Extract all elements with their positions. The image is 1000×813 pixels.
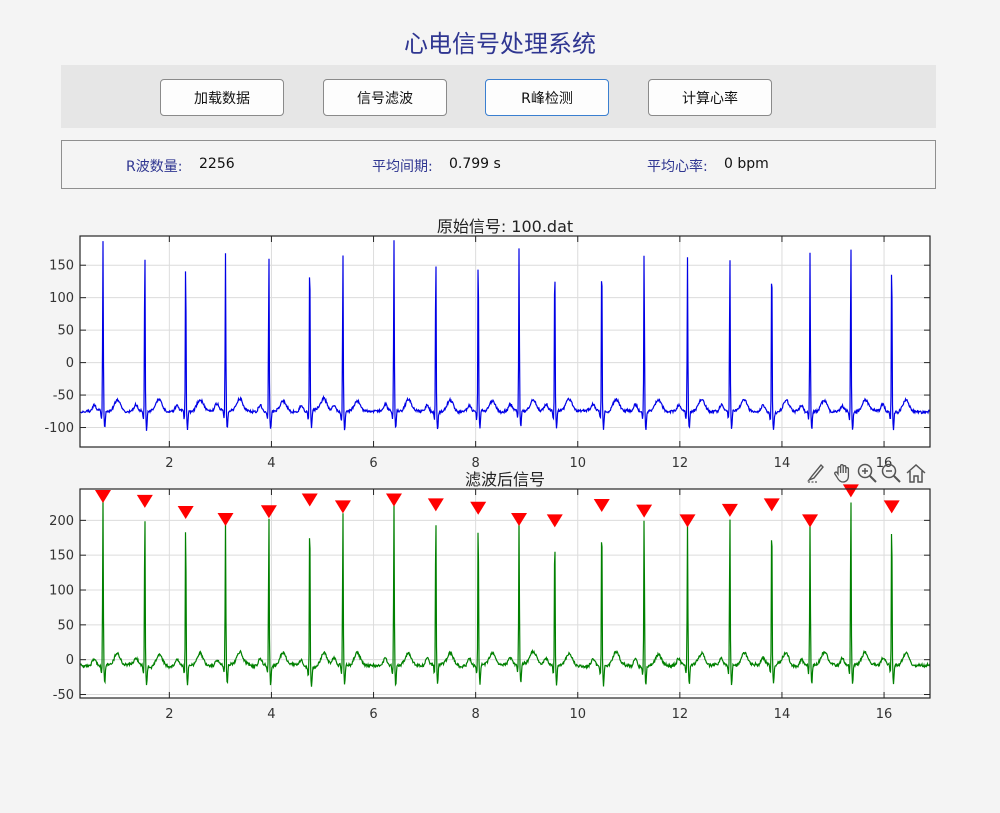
pan-hand-icon[interactable]	[832, 462, 854, 484]
x-tick-label: 12	[672, 707, 689, 722]
home-icon[interactable]	[905, 462, 927, 484]
x-tick-label: 4	[267, 707, 275, 722]
filtered-signal-chart[interactable]: 2 4 6 8 10 12 14 16 -50 0 50 100 150 200	[0, 0, 1000, 813]
x-tick-label: 8	[472, 707, 480, 722]
zoom-out-icon[interactable]	[880, 462, 902, 484]
y-tick-label: 0	[66, 653, 74, 668]
y-tick-label: -50	[53, 688, 74, 703]
brush-icon[interactable]	[806, 462, 828, 484]
x-tick-label: 14	[774, 707, 791, 722]
x-tick-label: 2	[165, 707, 173, 722]
y-tick-label: 200	[49, 514, 74, 529]
zoom-in-icon[interactable]	[856, 462, 878, 484]
y-tick-label: 50	[57, 618, 74, 633]
x-tick-label: 6	[369, 707, 377, 722]
y-tick-label: 150	[49, 549, 74, 564]
x-tick-label: 10	[569, 707, 586, 722]
y-tick-label: 100	[49, 584, 74, 599]
x-tick-label: 16	[876, 707, 893, 722]
